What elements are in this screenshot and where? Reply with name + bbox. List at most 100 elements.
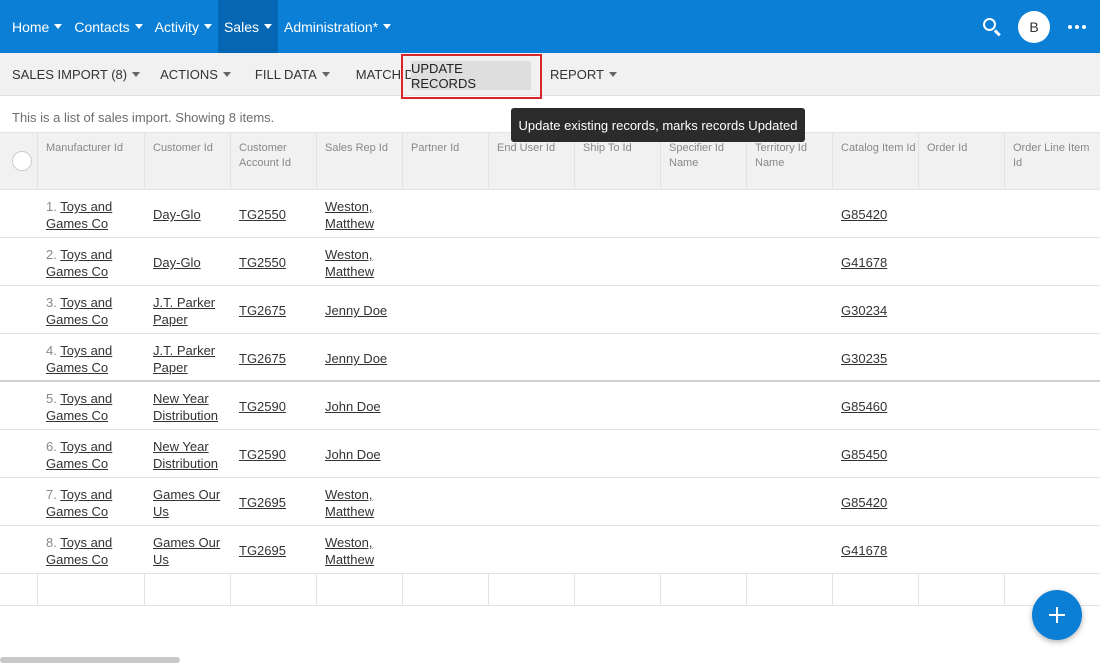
account-link[interactable]: TG2695 xyxy=(239,543,286,558)
customer-link[interactable]: Day-Glo xyxy=(153,255,201,270)
actions-menu[interactable]: ACTIONS xyxy=(154,59,237,89)
sales-rep-link[interactable]: John Doe xyxy=(325,447,381,462)
column-header[interactable]: Customer Id xyxy=(145,133,231,189)
sales-rep-link[interactable]: John Doe xyxy=(325,399,381,414)
customer-link[interactable]: Distribution xyxy=(153,456,218,471)
manufacturer-link[interactable]: Games Co xyxy=(46,504,108,519)
column-header[interactable]: Manufacturer Id xyxy=(38,133,145,189)
table-row[interactable]: 4. Toys and Games Co J.T. Parker Paper TG267… xyxy=(0,334,1100,382)
manufacturer-link[interactable]: Toys and xyxy=(60,487,112,502)
manufacturer-link[interactable]: Games Co xyxy=(46,312,108,327)
row-select-cell[interactable] xyxy=(0,526,38,573)
account-link[interactable]: TG2675 xyxy=(239,351,286,366)
customer-link[interactable]: New Year xyxy=(153,439,209,454)
sales-rep-link[interactable]: Weston, xyxy=(325,199,372,214)
nav-administration[interactable]: Administration* xyxy=(278,0,397,53)
table-row[interactable]: 3. Toys and Games Co J.T. Parker Paper TG267… xyxy=(0,286,1100,334)
customer-link[interactable]: Distribution xyxy=(153,408,218,423)
account-link[interactable]: TG2550 xyxy=(239,207,286,222)
search-icon[interactable] xyxy=(982,17,1002,37)
catalog-link[interactable]: G41678 xyxy=(841,255,887,270)
table-row[interactable]: 6. Toys and Games Co New Year Distribution T… xyxy=(0,430,1100,478)
manufacturer-link[interactable]: Games Co xyxy=(46,456,108,471)
customer-link[interactable]: Games Our xyxy=(153,487,220,502)
row-select-cell[interactable] xyxy=(0,190,38,237)
row-select-cell[interactable] xyxy=(0,286,38,333)
sales-rep-link[interactable]: Weston, xyxy=(325,247,372,262)
manufacturer-link[interactable]: Games Co xyxy=(46,360,108,375)
manufacturer-link[interactable]: Toys and xyxy=(60,535,112,550)
add-record-button[interactable] xyxy=(1032,590,1082,640)
customer-link[interactable]: Us xyxy=(153,504,169,519)
manufacturer-link[interactable]: Toys and xyxy=(60,391,112,406)
sales-rep-link[interactable]: Jenny Doe xyxy=(325,351,387,366)
account-link[interactable]: TG2590 xyxy=(239,447,286,462)
more-options-icon[interactable] xyxy=(1068,24,1086,29)
customer-link[interactable]: J.T. Parker xyxy=(153,295,215,310)
manufacturer-link[interactable]: Games Co xyxy=(46,264,108,279)
customer-link[interactable]: J.T. Parker xyxy=(153,343,215,358)
customer-link[interactable]: New Year xyxy=(153,391,209,406)
catalog-cell: G85420 xyxy=(833,478,919,525)
table-row[interactable]: 1. Toys and Games Co Day-Glo TG2550 Weston, M… xyxy=(0,190,1100,238)
manufacturer-link[interactable]: Games Co xyxy=(46,408,108,423)
sales-rep-link[interactable]: Weston, xyxy=(325,487,372,502)
row-select-cell[interactable] xyxy=(0,238,38,285)
table-row[interactable]: 7. Toys and Games Co Games Our Us TG2695 West… xyxy=(0,478,1100,526)
account-link[interactable]: TG2695 xyxy=(239,495,286,510)
nav-contacts[interactable]: Contacts xyxy=(68,0,148,53)
sales-rep-link[interactable]: Matthew xyxy=(325,504,374,519)
partner-cell xyxy=(403,334,489,380)
column-header[interactable]: Customer Account Id xyxy=(231,133,317,189)
manufacturer-link[interactable]: Toys and xyxy=(60,247,112,262)
sales-rep-link[interactable]: Matthew xyxy=(325,264,374,279)
sales-rep-link[interactable]: Weston, xyxy=(325,535,372,550)
customer-link[interactable]: Games Our xyxy=(153,535,220,550)
nav-sales[interactable]: Sales xyxy=(217,0,278,53)
manufacturer-link[interactable]: Toys and xyxy=(60,343,112,358)
catalog-link[interactable]: G85450 xyxy=(841,447,887,462)
column-header[interactable]: Catalog Item Id xyxy=(833,133,919,189)
sales-import-menu[interactable]: SALES IMPORT (8) xyxy=(0,59,146,89)
row-select-cell[interactable] xyxy=(0,334,38,380)
manufacturer-link[interactable]: Toys and xyxy=(60,199,112,214)
horizontal-scrollbar[interactable] xyxy=(0,657,180,663)
select-all-checkbox[interactable] xyxy=(12,151,32,171)
account-link[interactable]: TG2675 xyxy=(239,303,286,318)
column-header[interactable]: Partner Id xyxy=(403,133,489,189)
sales-rep-link[interactable]: Matthew xyxy=(325,216,374,231)
column-header[interactable]: Order Line Item Id xyxy=(1005,133,1100,189)
column-header[interactable]: Sales Rep Id xyxy=(317,133,403,189)
fill-data-menu[interactable]: FILL DATA xyxy=(249,59,336,89)
report-menu[interactable]: REPORT xyxy=(550,59,617,89)
row-select-cell[interactable] xyxy=(0,382,38,429)
account-link[interactable]: TG2590 xyxy=(239,399,286,414)
nav-activity[interactable]: Activity xyxy=(149,0,218,53)
customer-link[interactable]: Day-Glo xyxy=(153,207,201,222)
row-select-cell[interactable] xyxy=(0,430,38,477)
catalog-link[interactable]: G85420 xyxy=(841,207,887,222)
manufacturer-link[interactable]: Toys and xyxy=(60,295,112,310)
manufacturer-link[interactable]: Toys and xyxy=(60,439,112,454)
manufacturer-link[interactable]: Games Co xyxy=(46,216,108,231)
catalog-link[interactable]: G41678 xyxy=(841,543,887,558)
catalog-link[interactable]: G30234 xyxy=(841,303,887,318)
account-link[interactable]: TG2550 xyxy=(239,255,286,270)
customer-link[interactable]: Paper xyxy=(153,360,188,375)
table-row[interactable]: 5. Toys and Games Co New Year Distribution T… xyxy=(0,382,1100,430)
catalog-link[interactable]: G85460 xyxy=(841,399,887,414)
catalog-link[interactable]: G30235 xyxy=(841,351,887,366)
nav-home[interactable]: Home xyxy=(0,0,68,53)
avatar[interactable]: B xyxy=(1018,10,1050,43)
table-row[interactable]: 8. Toys and Games Co Games Our Us TG2695 West… xyxy=(0,526,1100,574)
sales-rep-link[interactable]: Matthew xyxy=(325,552,374,567)
customer-link[interactable]: Paper xyxy=(153,312,188,327)
column-header[interactable]: Order Id xyxy=(919,133,1005,189)
customer-link[interactable]: Us xyxy=(153,552,169,567)
catalog-link[interactable]: G85420 xyxy=(841,495,887,510)
sales-rep-link[interactable]: Jenny Doe xyxy=(325,303,387,318)
row-select-cell[interactable] xyxy=(0,478,38,525)
partner-cell xyxy=(403,238,489,285)
table-row[interactable]: 2. Toys and Games Co Day-Glo TG2550 Weston, M… xyxy=(0,238,1100,286)
manufacturer-link[interactable]: Games Co xyxy=(46,552,108,567)
